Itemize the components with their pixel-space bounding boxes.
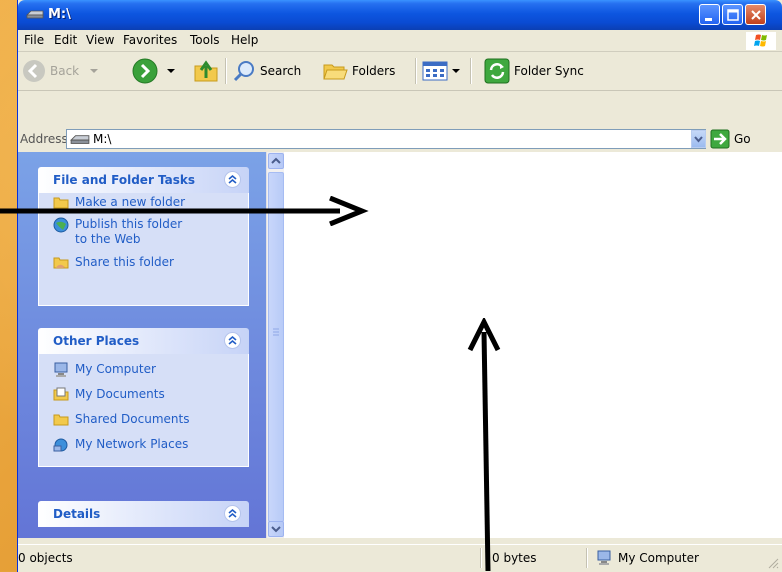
address-dropdown-button[interactable]	[691, 130, 706, 148]
search-label: Search	[260, 64, 302, 78]
close-icon	[751, 10, 761, 20]
menu-favorites[interactable]: Favorites	[123, 33, 177, 47]
back-label: Back	[50, 64, 80, 78]
drive-icon	[26, 10, 44, 19]
address-input[interactable]: M:\	[66, 129, 706, 149]
toolbar-separator	[415, 58, 416, 84]
chevron-down-icon	[167, 69, 175, 73]
status-separator	[586, 548, 587, 568]
collapse-button[interactable]	[224, 332, 241, 349]
address-label: Address	[20, 132, 68, 146]
status-bar: 0 objects 0 bytes My Computer	[18, 544, 782, 572]
shared-documents-icon	[53, 414, 69, 426]
place-shared-documents[interactable]: Shared Documents	[53, 412, 189, 427]
toolbar-separator	[470, 58, 471, 84]
menu-file[interactable]: File	[24, 33, 44, 47]
menu-edit[interactable]: Edit	[54, 33, 77, 47]
place-my-network-places[interactable]: My Network Places	[53, 437, 188, 453]
chevron-up-icon	[271, 157, 281, 164]
scroll-up-button[interactable]	[268, 153, 284, 169]
forward-arrow-icon	[132, 58, 158, 84]
my-documents-icon	[53, 387, 69, 401]
address-value: M:\	[93, 132, 112, 146]
views-button[interactable]	[422, 52, 462, 90]
toolbar-separator	[225, 58, 226, 84]
place-label: Shared Documents	[75, 412, 190, 426]
menu-help[interactable]: Help	[231, 33, 258, 47]
place-label: My Computer	[75, 362, 156, 376]
panel-title: Other Places	[53, 334, 140, 348]
my-computer-icon	[54, 362, 68, 377]
windows-logo-icon	[746, 32, 776, 50]
go-arrow-icon	[710, 129, 730, 149]
status-zone: My Computer	[618, 551, 699, 565]
minimize-button[interactable]	[699, 4, 720, 25]
task-label: Share this folder	[75, 255, 174, 269]
views-icon	[422, 61, 448, 81]
close-button[interactable]	[745, 4, 766, 25]
other-places-panel: Other Places My Computer My Documents Sh…	[38, 328, 249, 467]
network-places-icon	[53, 438, 68, 452]
menu-view[interactable]: View	[86, 33, 114, 47]
double-chevron-up-icon	[228, 335, 237, 345]
up-folder-button[interactable]	[193, 52, 219, 90]
status-object-count: 0 objects	[18, 551, 73, 565]
panel-title: File and Folder Tasks	[53, 173, 196, 187]
go-button[interactable]: Go	[710, 129, 751, 149]
window-title: M:\	[48, 7, 71, 22]
my-computer-icon	[597, 550, 611, 565]
title-bar[interactable]: M:\	[18, 0, 782, 30]
panel-header[interactable]: File and Folder Tasks	[38, 167, 249, 193]
folder-sync-icon	[484, 58, 510, 84]
panel-header[interactable]: Other Places	[38, 328, 249, 354]
place-label: My Network Places	[75, 437, 189, 451]
file-folder-tasks-panel: File and Folder Tasks Make a new folder …	[38, 167, 249, 306]
folders-label: Folders	[352, 64, 396, 78]
place-my-computer[interactable]: My Computer	[53, 362, 156, 378]
double-chevron-up-icon	[228, 174, 237, 184]
scroll-down-button[interactable]	[268, 521, 284, 537]
collapse-button[interactable]	[224, 171, 241, 188]
chevron-down-icon	[90, 69, 99, 73]
standard-toolbar: Back Search Folders Folder Sync	[18, 52, 782, 91]
maximize-icon	[727, 9, 739, 21]
chevron-down-icon	[271, 526, 281, 533]
address-bar: Address M:\ Go	[18, 127, 782, 153]
folder-sync-button[interactable]: Folder Sync	[484, 52, 584, 90]
panel-title: Details	[53, 507, 101, 521]
folder-sync-label: Folder Sync	[514, 64, 584, 78]
maximize-button[interactable]	[722, 4, 743, 25]
resize-grip-icon[interactable]	[766, 556, 780, 570]
search-icon	[233, 61, 254, 82]
menu-tools[interactable]: Tools	[190, 33, 220, 47]
up-folder-icon	[194, 60, 218, 82]
share-folder-icon	[53, 257, 69, 269]
annotation-arrow-up	[467, 318, 501, 571]
task-share-folder[interactable]: Share this folder	[53, 255, 174, 270]
collapse-button[interactable]	[224, 505, 241, 522]
go-label: Go	[734, 132, 751, 146]
double-chevron-up-icon	[228, 508, 237, 518]
menu-bar: File Edit View Favorites Tools Help	[18, 30, 782, 52]
details-panel: Details	[38, 501, 249, 527]
drive-icon	[70, 135, 90, 144]
search-button[interactable]: Search	[232, 52, 301, 90]
explorer-window: M:\ File Edit View Favorites Tools Help	[18, 0, 782, 572]
place-label: My Documents	[75, 387, 165, 401]
back-arrow-icon	[23, 60, 45, 82]
forward-button[interactable]	[132, 52, 178, 90]
panel-body: My Computer My Documents Shared Document…	[38, 354, 249, 467]
place-my-documents[interactable]: My Documents	[53, 387, 165, 402]
annotation-arrow-right	[0, 196, 369, 226]
minimize-icon	[705, 18, 712, 21]
panel-header[interactable]: Details	[38, 501, 249, 527]
chevron-down-icon	[694, 136, 703, 143]
chevron-down-icon	[452, 69, 460, 73]
back-button[interactable]: Back	[22, 52, 101, 90]
folders-button[interactable]: Folders	[322, 52, 395, 90]
folders-icon	[323, 64, 348, 80]
